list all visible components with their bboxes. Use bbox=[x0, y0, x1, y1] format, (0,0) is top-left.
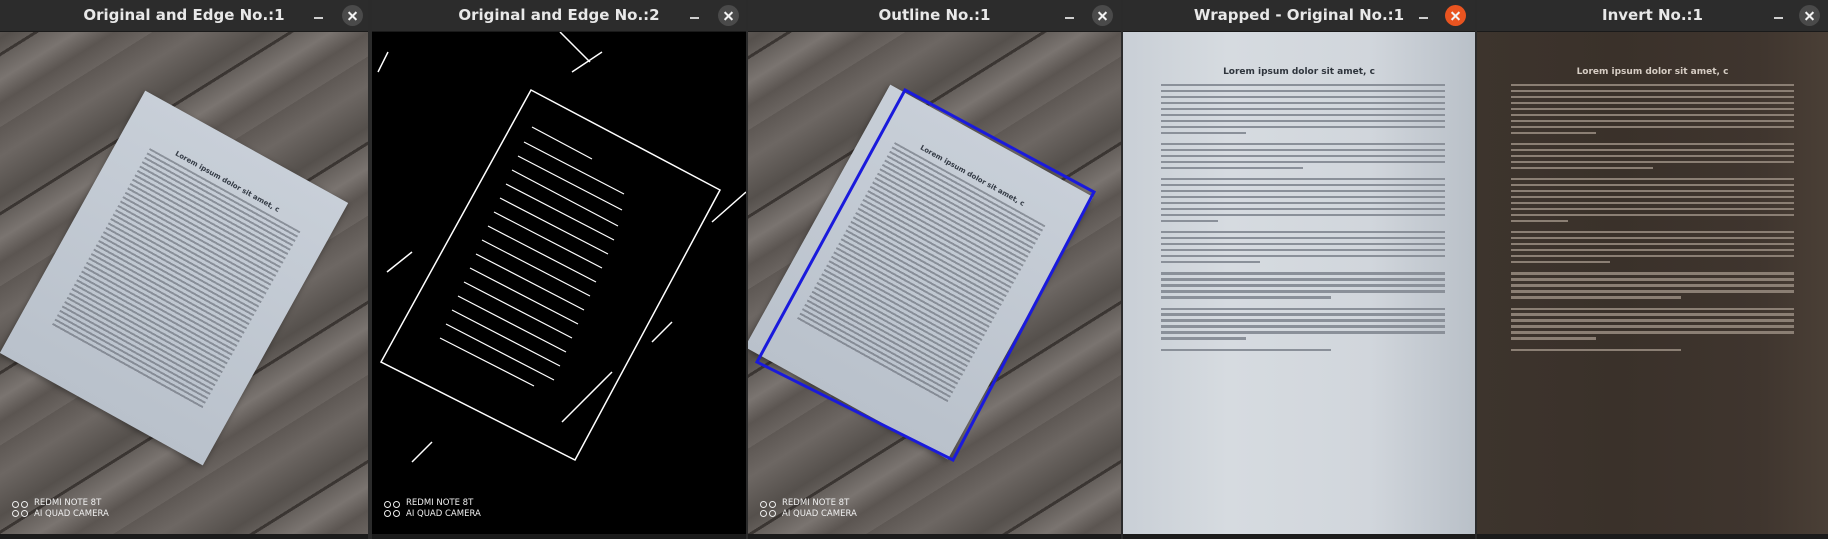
document-photo: Lorem ipsum dolor sit amet, c bbox=[0, 90, 349, 466]
watermark-line1: REDMI NOTE 8T bbox=[782, 498, 850, 508]
inverted-document-view: Lorem ipsum dolor sit amet, c bbox=[1477, 32, 1828, 534]
titlebar[interactable]: Wrapped - Original No.:1 bbox=[1123, 0, 1475, 32]
edge-text-lines bbox=[439, 126, 625, 387]
bottom-strip bbox=[0, 534, 368, 539]
bottom-strip bbox=[748, 534, 1121, 539]
watermark-line1: REDMI NOTE 8T bbox=[34, 498, 102, 508]
edge-map bbox=[377, 32, 746, 463]
paper-title: Lorem ipsum dolor sit amet, c bbox=[173, 149, 281, 214]
document-title: Lorem ipsum dolor sit amet, c bbox=[1576, 67, 1729, 77]
bottom-strip bbox=[372, 534, 746, 539]
minimize-icon[interactable] bbox=[1059, 5, 1081, 25]
camera-icon bbox=[760, 500, 777, 518]
camera-watermark: REDMI NOTE 8T AI QUAD CAMERA bbox=[384, 498, 481, 520]
minimize-icon[interactable] bbox=[308, 5, 330, 25]
close-icon[interactable] bbox=[1092, 5, 1113, 26]
camera-icon bbox=[384, 500, 401, 518]
titlebar[interactable]: Invert No.:1 bbox=[1477, 0, 1828, 32]
close-icon[interactable] bbox=[1799, 5, 1820, 26]
document-text bbox=[1161, 84, 1445, 360]
minimize-icon[interactable] bbox=[684, 5, 706, 25]
minimize-icon[interactable] bbox=[1413, 5, 1435, 25]
window-original-edge-2[interactable]: Original and Edge No.:2 REDMI NOTE 8T AI… bbox=[372, 0, 746, 539]
window-outline-1[interactable]: Outline No.:1 Lorem ipsum dolor sit amet… bbox=[748, 0, 1121, 539]
document-title: Lorem ipsum dolor sit amet, c bbox=[1223, 67, 1375, 77]
window-invert-1[interactable]: Invert No.:1 Lorem ipsum dolor sit amet,… bbox=[1477, 0, 1828, 539]
close-icon[interactable] bbox=[1445, 5, 1466, 26]
edge-view: REDMI NOTE 8T AI QUAD CAMERA bbox=[372, 32, 746, 534]
camera-icon bbox=[12, 500, 29, 518]
document-outline bbox=[754, 87, 1097, 462]
titlebar[interactable]: Outline No.:1 bbox=[748, 0, 1121, 32]
watermark-line1: REDMI NOTE 8T bbox=[406, 498, 474, 508]
bottom-strip bbox=[1477, 534, 1828, 539]
watermark-line2: AI QUAD CAMERA bbox=[406, 509, 481, 519]
watermark-line2: AI QUAD CAMERA bbox=[34, 509, 109, 519]
window-original-edge-1[interactable]: Original and Edge No.:1 Lorem ipsum dolo… bbox=[0, 0, 368, 539]
document-text bbox=[1511, 84, 1794, 360]
close-icon[interactable] bbox=[342, 5, 363, 26]
camera-watermark: REDMI NOTE 8T AI QUAD CAMERA bbox=[12, 498, 109, 520]
window-wrapped-original-1[interactable]: Wrapped - Original No.:1 Lorem ipsum dol… bbox=[1123, 0, 1475, 539]
bottom-strip bbox=[1123, 534, 1475, 539]
close-icon[interactable] bbox=[718, 5, 739, 26]
wrapped-document-view: Lorem ipsum dolor sit amet, c bbox=[1123, 32, 1475, 534]
detected-outline bbox=[754, 87, 1097, 462]
outline-view: Lorem ipsum dolor sit amet, c REDMI NOTE… bbox=[748, 32, 1121, 534]
camera-watermark: REDMI NOTE 8T AI QUAD CAMERA bbox=[760, 498, 857, 520]
titlebar[interactable]: Original and Edge No.:2 bbox=[372, 0, 746, 32]
minimize-icon[interactable] bbox=[1768, 5, 1790, 25]
watermark-line2: AI QUAD CAMERA bbox=[782, 509, 857, 519]
titlebar[interactable]: Original and Edge No.:1 bbox=[0, 0, 368, 32]
photo-view: Lorem ipsum dolor sit amet, c REDMI NOTE… bbox=[0, 32, 368, 534]
